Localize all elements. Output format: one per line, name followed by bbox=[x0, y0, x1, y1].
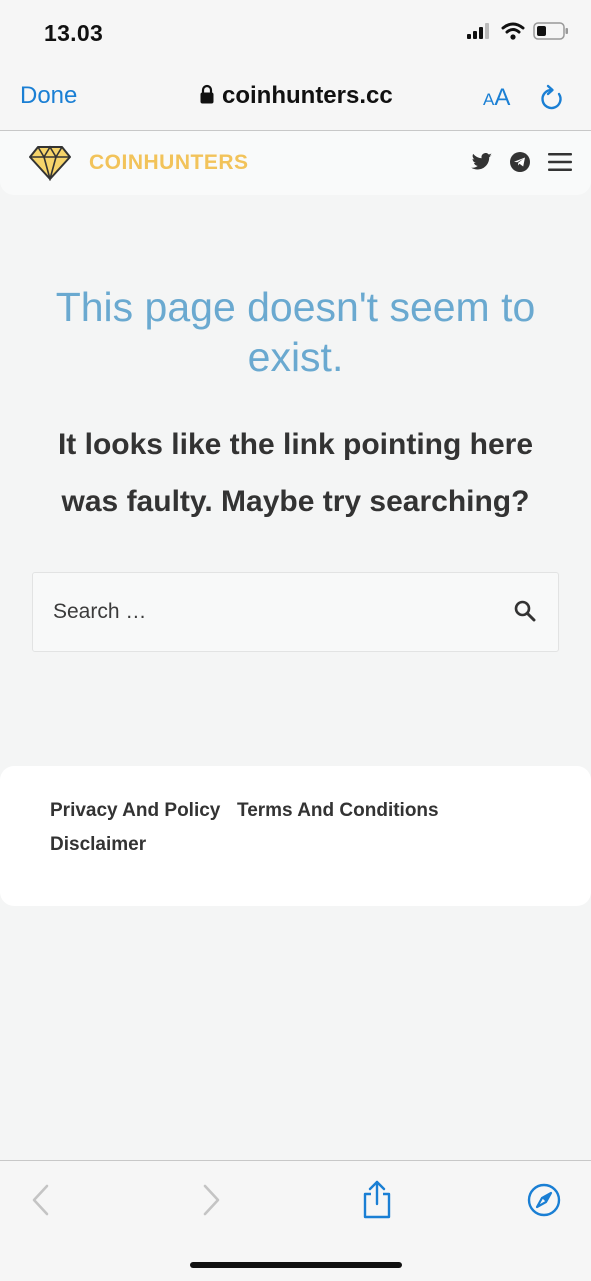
status-time: 13.03 bbox=[44, 20, 104, 46]
search-input[interactable] bbox=[53, 595, 473, 629]
hamburger-menu-icon[interactable] bbox=[547, 152, 573, 177]
footer-link-disclaimer[interactable]: Disclaimer bbox=[50, 834, 146, 856]
forward-icon[interactable] bbox=[200, 1183, 222, 1222]
footer: Privacy And Policy Terms And Conditions … bbox=[0, 766, 591, 906]
footer-link-terms[interactable]: Terms And Conditions bbox=[237, 800, 439, 822]
text-size-button[interactable]: AA bbox=[483, 84, 510, 112]
search-icon[interactable] bbox=[514, 600, 536, 627]
back-icon[interactable] bbox=[30, 1183, 52, 1222]
text-size-large-glyph: A bbox=[494, 84, 511, 111]
status-bar: 13.03 bbox=[0, 0, 591, 66]
site-header: COINHUNTERS bbox=[0, 131, 591, 195]
telegram-icon[interactable] bbox=[509, 151, 531, 178]
signal-icon bbox=[467, 23, 493, 44]
page-subtitle: It looks like the link pointing here was… bbox=[57, 428, 534, 518]
browser-toolbar: Done coinhunters.cc AA bbox=[0, 66, 591, 131]
search-form bbox=[32, 572, 559, 652]
reload-icon[interactable] bbox=[539, 84, 565, 117]
url-text[interactable]: coinhunters.cc bbox=[222, 82, 393, 110]
done-button[interactable]: Done bbox=[20, 82, 77, 110]
footer-link-privacy[interactable]: Privacy And Policy bbox=[50, 800, 220, 822]
site-name[interactable]: COINHUNTERS bbox=[89, 151, 249, 175]
compass-icon[interactable] bbox=[527, 1183, 561, 1222]
diamond-logo-icon[interactable] bbox=[28, 145, 72, 186]
share-icon[interactable] bbox=[360, 1179, 394, 1224]
header-icons bbox=[471, 151, 573, 178]
status-icons bbox=[467, 22, 569, 45]
twitter-icon[interactable] bbox=[471, 153, 493, 176]
battery-icon bbox=[533, 22, 569, 45]
lock-icon bbox=[200, 84, 214, 109]
page-title: This page doesn't seem to exist. bbox=[55, 284, 536, 380]
home-indicator bbox=[190, 1262, 402, 1268]
text-size-small-glyph: A bbox=[483, 90, 495, 109]
address-bar[interactable]: coinhunters.cc bbox=[200, 82, 393, 110]
wifi-icon bbox=[501, 22, 525, 45]
